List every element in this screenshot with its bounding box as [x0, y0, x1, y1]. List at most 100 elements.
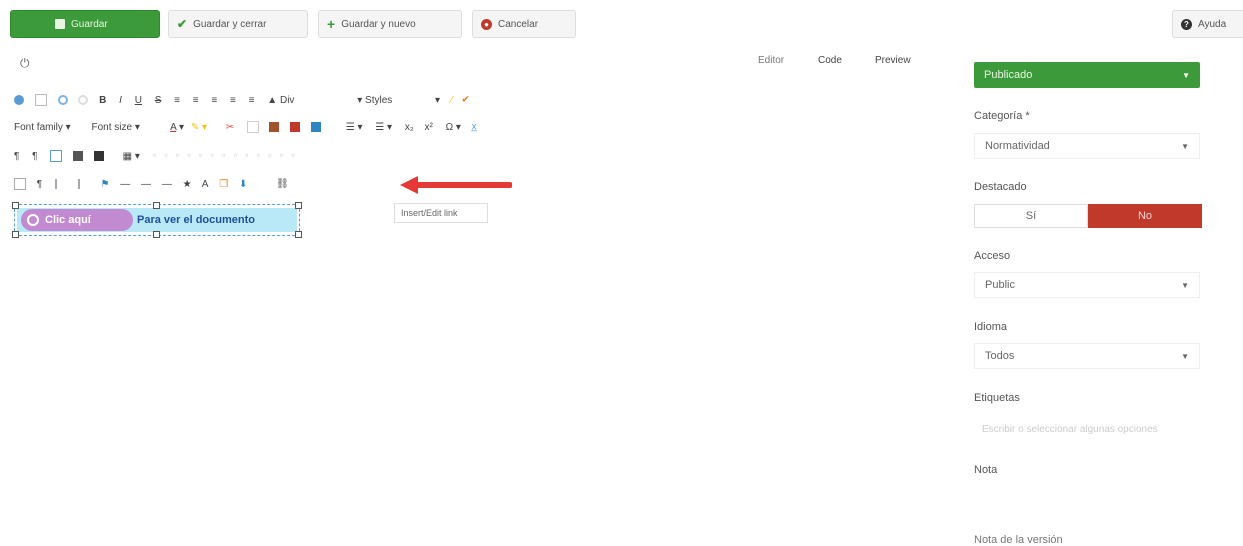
editor-toolbar-row-2: Font family ▾ Font size ▾ A ▾ ✎ ▾ ✂ ☰ ▾ …: [14, 121, 477, 133]
align-right-icon[interactable]: ≡: [211, 95, 217, 106]
strikethrough-icon[interactable]: S: [155, 95, 162, 106]
help-circle-icon[interactable]: [14, 95, 24, 105]
ltr-icon[interactable]: ¶: [14, 151, 19, 162]
pagebreak-icon[interactable]: —: [141, 179, 151, 190]
save-close-button[interactable]: ✔ Guardar y cerrar: [168, 10, 308, 38]
tab-code[interactable]: Code: [818, 55, 842, 66]
numbered-list-icon[interactable]: ☰ ▾: [375, 122, 392, 133]
align-justify-icon[interactable]: ≡: [230, 95, 236, 106]
table-icon[interactable]: ▦ ▾: [123, 151, 140, 162]
italic-icon[interactable]: I: [119, 95, 122, 106]
cancel-icon: ●: [481, 18, 492, 30]
save-button[interactable]: Guardar: [10, 10, 160, 38]
styles-select[interactable]: ▾ Styles: [357, 95, 392, 106]
visual-chars-icon[interactable]: ¶: [37, 179, 42, 190]
superscript-icon[interactable]: x²: [424, 122, 432, 133]
template-icon[interactable]: ❐: [219, 179, 228, 190]
chevron-down-icon: ▼: [1182, 70, 1190, 80]
math-icon[interactable]: x̲: [472, 122, 477, 133]
toggle-editor-icon[interactable]: ⏻: [20, 56, 30, 71]
tags-input[interactable]: Escribir o seleccionar algunas opciones: [974, 416, 1226, 442]
text-color-icon[interactable]: A ▾: [170, 122, 184, 133]
resize-handle[interactable]: [295, 202, 302, 209]
paste-word-icon[interactable]: [310, 122, 321, 132]
editor-toolbar-row-4: ¶ ⚑ — — — ★ A ❐ ⬇ ⛓: [14, 178, 289, 190]
anchor-icon[interactable]: ⚑: [101, 179, 110, 190]
cancel-button[interactable]: ● Cancelar: [472, 10, 576, 38]
featured-yes-button[interactable]: Sí: [974, 204, 1088, 228]
clear-format-icon[interactable]: ⁄: [451, 95, 453, 106]
char-map-icon[interactable]: Ω ▾: [446, 122, 461, 133]
selected-link[interactable]: Clic aquí Para ver el documento: [12, 202, 302, 238]
undo-icon[interactable]: [57, 95, 68, 105]
font-size-select[interactable]: Font size ▾: [92, 122, 140, 133]
highlight-color-icon[interactable]: ✎ ▾: [191, 122, 207, 133]
tab-editor[interactable]: Editor: [758, 55, 784, 66]
resize-handle[interactable]: [12, 231, 19, 238]
note-label: Nota: [974, 464, 998, 476]
download-icon[interactable]: ⬇: [239, 179, 247, 190]
redo-icon[interactable]: [78, 95, 89, 105]
table-disabled-icons: ▫▫▫▫▫▫▫▫▫▫▫▫▫: [152, 150, 303, 162]
link-text[interactable]: Para ver el documento: [137, 214, 255, 226]
blockquote-icon[interactable]: ≡: [249, 95, 255, 106]
access-select[interactable]: Public ▼: [974, 272, 1200, 298]
font-family-label: Font family: [14, 121, 63, 133]
font-icon[interactable]: A: [202, 179, 209, 190]
indent-icon[interactable]: [54, 179, 67, 189]
format-painter-icon[interactable]: ✔: [461, 95, 469, 106]
save-new-button[interactable]: + Guardar y nuevo: [318, 10, 462, 38]
nonbreaking-icon[interactable]: —: [162, 179, 172, 190]
visual-blocks-icon[interactable]: [14, 178, 26, 190]
featured-label: Destacado: [974, 181, 1027, 193]
fullscreen-icon[interactable]: [50, 150, 63, 162]
copy-icon[interactable]: [246, 121, 259, 133]
language-select[interactable]: Todos ▼: [974, 343, 1200, 369]
print-icon[interactable]: [73, 151, 84, 161]
hr-icon[interactable]: —: [120, 179, 130, 190]
resize-handle[interactable]: [12, 202, 19, 209]
rtl-icon[interactable]: ¶: [32, 151, 37, 162]
bookmark-icon[interactable]: ★: [183, 179, 192, 190]
link-tooltip: Insert/Edit link: [394, 203, 488, 223]
format-select[interactable]: ▲ Div: [267, 95, 294, 106]
tags-label: Etiquetas: [974, 392, 1020, 404]
save-close-label: Guardar y cerrar: [193, 18, 267, 30]
tab-preview[interactable]: Preview: [875, 55, 911, 66]
featured-no-button[interactable]: No: [1088, 204, 1202, 228]
chevron-down-icon: ▼: [1181, 141, 1189, 151]
status-value: Publicado: [984, 69, 1033, 81]
link-icon[interactable]: ⛓: [276, 179, 289, 190]
dropdown-arrow-icon[interactable]: ▾: [435, 95, 440, 106]
new-document-icon[interactable]: [34, 94, 47, 106]
click-badge[interactable]: Clic aquí: [21, 209, 133, 231]
status-select[interactable]: Publicado ▼: [974, 62, 1200, 88]
plus-icon: +: [327, 16, 336, 32]
align-left-icon[interactable]: ≡: [174, 95, 180, 106]
category-select[interactable]: Normatividad ▼: [974, 133, 1200, 159]
font-family-select[interactable]: Font family ▾: [14, 122, 71, 133]
resize-handle[interactable]: [153, 231, 160, 238]
category-label: Categoría *: [974, 110, 1030, 122]
cut-icon[interactable]: ✂: [226, 122, 236, 133]
language-value: Todos: [985, 350, 1015, 362]
badge-circle-icon: [27, 214, 39, 226]
bold-icon[interactable]: B: [99, 95, 106, 106]
outdent-icon[interactable]: [77, 179, 90, 189]
access-label: Acceso: [974, 250, 1011, 262]
align-center-icon[interactable]: ≡: [193, 95, 199, 106]
save-label: Guardar: [71, 18, 108, 30]
paste-icon[interactable]: [269, 122, 280, 132]
resize-handle[interactable]: [153, 202, 160, 209]
help-button[interactable]: ? Ayuda: [1172, 10, 1243, 38]
paste-text-icon[interactable]: [290, 122, 301, 132]
bullet-list-icon[interactable]: ☰ ▾: [346, 122, 363, 133]
subscript-icon[interactable]: x₂: [405, 122, 414, 133]
note-input[interactable]: [974, 486, 1200, 512]
save-doc-icon[interactable]: [93, 151, 104, 161]
cancel-label: Cancelar: [498, 18, 539, 30]
save-new-label: Guardar y nuevo: [341, 18, 416, 30]
language-label: Idioma: [974, 321, 1008, 333]
resize-handle[interactable]: [295, 231, 302, 238]
underline-icon[interactable]: U: [135, 95, 142, 106]
